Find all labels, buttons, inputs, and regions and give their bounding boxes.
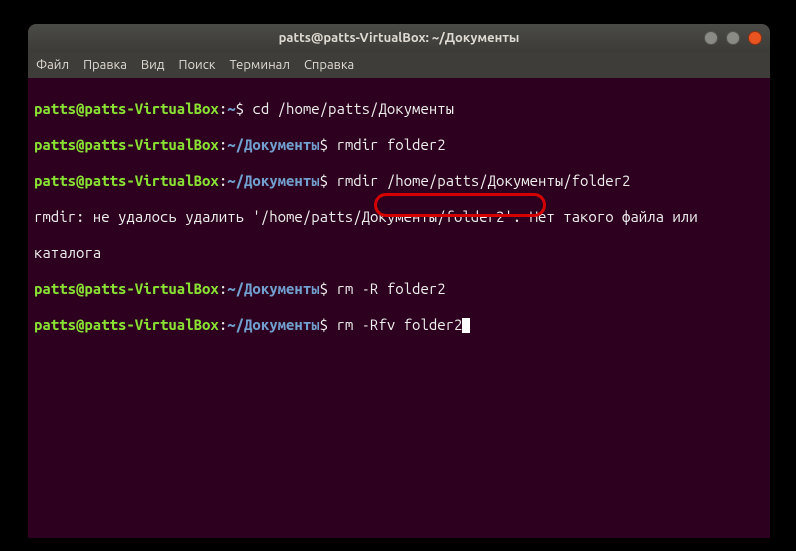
prompt-path: ~/Документы	[227, 172, 319, 189]
prompt-dollar: $	[320, 172, 337, 189]
prompt-user: patts@patts-VirtualBox	[34, 172, 219, 189]
prompt-dollar: $	[320, 280, 337, 297]
prompt-user: patts@patts-VirtualBox	[34, 316, 219, 333]
prompt-colon: :	[219, 136, 227, 153]
prompt-dollar: $	[320, 136, 337, 153]
prompt-colon: :	[219, 316, 227, 333]
prompt-colon: :	[219, 280, 227, 297]
menu-search[interactable]: Поиск	[178, 58, 215, 72]
terminal-line: patts@patts-VirtualBox:~/Документы$ rm -…	[34, 280, 764, 298]
minimize-button[interactable]	[704, 31, 718, 45]
menu-terminal[interactable]: Терминал	[229, 58, 289, 72]
terminal-line: patts@patts-VirtualBox:~/Документы$ rmdi…	[34, 136, 764, 154]
prompt-user: patts@patts-VirtualBox	[34, 100, 219, 117]
terminal-line: patts@patts-VirtualBox:~/Документы$ rm -…	[34, 316, 764, 334]
command-text: rmdir folder2	[336, 136, 445, 153]
terminal-line: каталога	[34, 244, 764, 262]
prompt-path: ~	[227, 100, 235, 117]
terminal-window: patts@patts-VirtualBox: ~/Документы Файл…	[28, 24, 770, 538]
menu-view[interactable]: Вид	[141, 58, 165, 72]
close-button[interactable]	[748, 31, 762, 45]
prompt-user: patts@patts-VirtualBox	[34, 280, 219, 297]
output-text: rmdir: не удалось удалить '/home/patts/Д…	[34, 208, 698, 225]
prompt-path: ~/Документы	[227, 280, 319, 297]
menu-edit[interactable]: Правка	[83, 58, 127, 72]
cursor-icon	[462, 318, 470, 333]
prompt-colon: :	[219, 172, 227, 189]
titlebar: patts@patts-VirtualBox: ~/Документы	[28, 24, 770, 52]
window-title: patts@patts-VirtualBox: ~/Документы	[279, 31, 520, 45]
terminal-line: patts@patts-VirtualBox:~/Документы$ rmdi…	[34, 172, 764, 190]
prompt-colon: :	[219, 100, 227, 117]
output-text: каталога	[34, 244, 101, 261]
terminal-line: patts@patts-VirtualBox:~$ cd /home/patts…	[34, 100, 764, 118]
prompt-dollar: $	[320, 316, 337, 333]
command-text: rm -R folder2	[336, 280, 445, 297]
command-text: cd /home/patts/Документы	[252, 100, 454, 117]
window-controls	[704, 31, 762, 45]
menu-help[interactable]: Справка	[304, 58, 354, 72]
terminal-line: rmdir: не удалось удалить '/home/patts/Д…	[34, 208, 764, 226]
prompt-dollar: $	[236, 100, 253, 117]
menubar: Файл Правка Вид Поиск Терминал Справка	[28, 52, 770, 78]
prompt-user: patts@patts-VirtualBox	[34, 136, 219, 153]
prompt-path: ~/Документы	[227, 136, 319, 153]
command-text: rmdir /home/patts/Документы/folder2	[336, 172, 630, 189]
terminal-body[interactable]: patts@patts-VirtualBox:~$ cd /home/patts…	[28, 78, 770, 374]
menu-file[interactable]: Файл	[36, 58, 69, 72]
maximize-button[interactable]	[726, 31, 740, 45]
prompt-path: ~/Документы	[227, 316, 319, 333]
command-text: rm -Rfv folder2	[336, 316, 462, 333]
